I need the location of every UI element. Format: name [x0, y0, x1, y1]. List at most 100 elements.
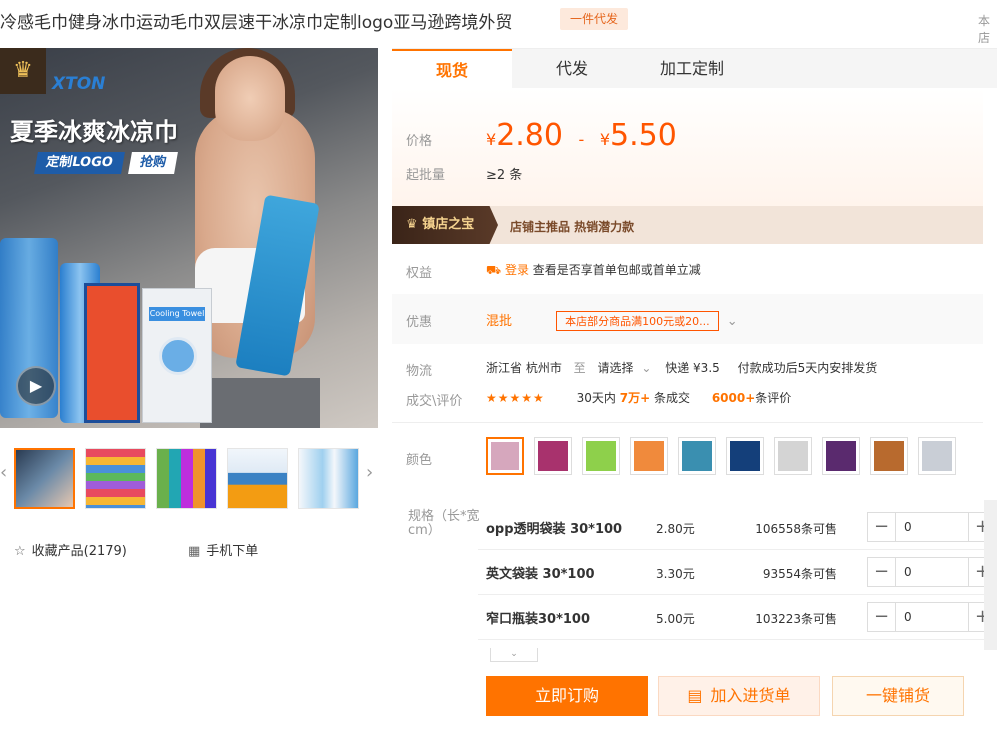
orange-pack-image: [84, 283, 140, 423]
treasure-title: ♛ 镇店之宝: [392, 206, 498, 244]
color-swatch-6[interactable]: [726, 437, 764, 475]
quantity-stepper: −0 +: [867, 512, 997, 542]
decrement-button[interactable]: −: [868, 558, 896, 586]
to-word: 至: [573, 361, 586, 375]
price-high: 5.50: [610, 118, 677, 153]
buy-tag: 抢购: [128, 152, 178, 174]
promo-chip[interactable]: 本店部分商品满100元或20...: [556, 311, 719, 331]
favorite-action[interactable]: ☆ 收藏产品(2179): [14, 540, 127, 559]
color-swatch-2[interactable]: [534, 437, 572, 475]
thumbnail-1[interactable]: [14, 448, 75, 509]
thumb-prev-icon[interactable]: ‹: [0, 462, 7, 483]
crown-logo-icon: ♛: [0, 48, 46, 94]
swatch-fill: [682, 441, 712, 471]
price-separator: -: [578, 130, 585, 149]
one-click-list-button[interactable]: 一键铺货: [832, 676, 964, 716]
deal-prefix: 30天内: [576, 391, 616, 405]
swatch-fill: [491, 442, 519, 470]
add-to-cart-button[interactable]: ▤ 加入进货单: [658, 676, 820, 716]
quantity-input[interactable]: 0: [904, 565, 912, 579]
treasure-title-text: 镇店之宝: [422, 217, 475, 232]
spec-name: 窄口瓶装30*100: [486, 612, 591, 627]
color-swatch-9[interactable]: [870, 437, 908, 475]
logistics-content: 浙江省 杭州市 至 请选择 ⌄ 快递 ¥3.5 付款成功后5天内安排发货: [486, 359, 877, 376]
tab-in-stock[interactable]: 现货: [392, 49, 512, 89]
spec-row: 英文袋装 30*100 3.30元 93554条可售 −0 +: [478, 551, 997, 595]
quantity-input[interactable]: 0: [904, 610, 912, 624]
logistics-row: 物流 浙江省 杭州市 至 请选择 ⌄ 快递 ¥3.5 付款成功后5天内安排发货 …: [392, 344, 983, 422]
thumbnail-5[interactable]: [298, 448, 359, 509]
dispatch-note: 付款成功后5天内安排发货: [737, 361, 878, 375]
rights-label: 权益: [406, 266, 433, 281]
spec-price: 3.30元: [656, 567, 695, 581]
deal-label: 成交\评价: [406, 394, 463, 409]
color-swatch-7[interactable]: [774, 437, 812, 475]
spec-name: 英文袋装 30*100: [486, 567, 595, 582]
color-swatch-3[interactable]: [582, 437, 620, 475]
custom-logo-tag: 定制LOGO: [34, 152, 125, 174]
thumb-next-icon[interactable]: ›: [366, 462, 373, 483]
star-outline-icon: ☆: [14, 544, 26, 559]
mobile-order-action[interactable]: ▦ 手机下单: [188, 540, 258, 559]
swatch-fill: [586, 441, 616, 471]
treasure-text: 店铺主推品 热销潜力款: [510, 220, 635, 234]
play-video-icon[interactable]: ▶: [16, 366, 56, 406]
review-count[interactable]: 6000+: [712, 391, 755, 405]
color-swatch-5[interactable]: [678, 437, 716, 475]
color-swatch-10[interactable]: [918, 437, 956, 475]
white-pack-image: Cooling Towel: [142, 288, 212, 423]
store-link[interactable]: 本店: [978, 12, 997, 46]
product-title: 冷感毛巾健身冰巾运动毛巾双层速干冰凉巾定制logo亚马逊跨境外贸: [0, 13, 513, 33]
tab-custom[interactable]: 加工定制: [632, 49, 752, 89]
thumbnail-4[interactable]: [227, 448, 288, 509]
pack-disc: [159, 337, 197, 375]
spec-price: 5.00元: [656, 612, 695, 626]
quantity-input[interactable]: 0: [904, 520, 912, 534]
decrement-button[interactable]: −: [868, 603, 896, 631]
spec-stock: 106558条可售: [755, 522, 837, 536]
spec-row: opp透明袋装 30*100 2.80元 106558条可售 −0 +: [478, 506, 997, 550]
deal-count[interactable]: 7万+: [620, 391, 650, 405]
order-now-button[interactable]: 立即订购: [486, 676, 648, 716]
currency-symbol: ¥: [486, 130, 497, 149]
ship-to-select[interactable]: 请选择: [598, 361, 634, 375]
favorite-label: 收藏产品(2179): [31, 544, 127, 559]
color-label: 颜色: [406, 453, 433, 468]
cart-list-icon: ▤: [687, 686, 703, 705]
ship-from: 浙江省 杭州市: [486, 361, 562, 375]
quantity-stepper: −0 +: [867, 602, 997, 632]
ship-to-chevron-icon[interactable]: ⌄: [641, 361, 651, 375]
tab-dropship[interactable]: 代发: [512, 49, 632, 89]
spec-scrollbar[interactable]: [984, 500, 997, 650]
express-fee: 快递 ¥3.5: [665, 361, 720, 375]
login-link[interactable]: 登录: [505, 263, 529, 277]
thumbnail-3[interactable]: [156, 448, 217, 509]
color-swatch-4[interactable]: [630, 437, 668, 475]
banner-headline: 夏季冰爽冰凉巾: [10, 118, 178, 146]
qrcode-icon: ▦: [188, 544, 201, 559]
mixed-batch-link[interactable]: 混批: [486, 314, 512, 329]
color-swatch-8[interactable]: [822, 437, 860, 475]
collapse-specs-icon[interactable]: ⌄: [490, 648, 538, 662]
price-range: ¥2.80 - ¥5.50: [486, 118, 677, 153]
swatch-fill: [538, 441, 568, 471]
currency-symbol-2: ¥: [599, 130, 611, 149]
pack-label: Cooling Towel: [149, 307, 205, 321]
coupon-icon: ⛟: [486, 263, 502, 277]
swatch-fill: [874, 441, 904, 471]
dropship-badge: 一件代发: [560, 8, 628, 30]
store-treasure-banner: ♛ 镇店之宝 店铺主推品 热销潜力款: [392, 206, 983, 244]
crown-icon: ♛: [406, 217, 423, 232]
logistics-label: 物流: [406, 364, 433, 379]
main-product-image[interactable]: Cooling Towel ♛ XTON 夏季冰爽冰凉巾 定制LOGO 抢购 ▶…: [0, 48, 378, 428]
spec-stock: 103223条可售: [755, 612, 837, 626]
color-swatch-1[interactable]: [486, 437, 524, 475]
discount-row: 优惠 混批 本店部分商品满100元或20... ⌄: [392, 294, 983, 344]
price-low: 2.80: [496, 118, 563, 153]
review-suffix: 条评价: [755, 391, 792, 405]
decrement-button[interactable]: −: [868, 513, 896, 541]
rating-stars-icon: ★★★★★: [486, 391, 545, 405]
promo-expand-icon[interactable]: ⌄: [727, 314, 738, 329]
discount-content: 混批 本店部分商品满100元或20... ⌄: [486, 310, 738, 331]
thumbnail-2[interactable]: [85, 448, 146, 509]
